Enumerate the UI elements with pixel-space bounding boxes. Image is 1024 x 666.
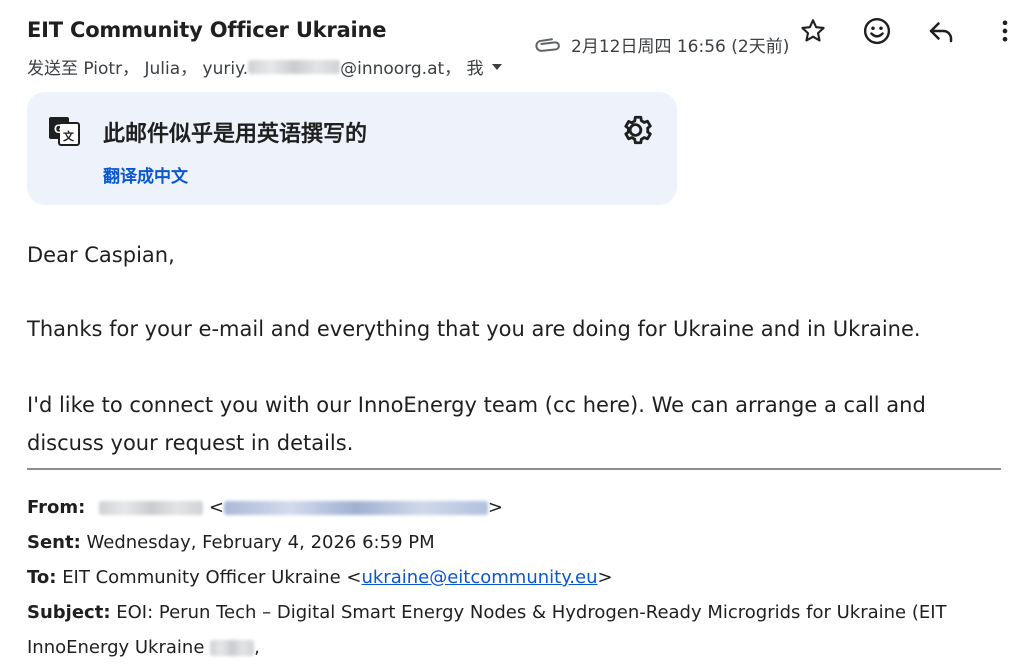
- from-open: <: [208, 497, 224, 518]
- svg-text:文: 文: [63, 129, 75, 143]
- forwarded-header: From: < > Sent: Wednesday, February 4, 20…: [27, 490, 1002, 665]
- gear-icon[interactable]: [621, 113, 655, 147]
- subject-end: ,: [254, 637, 260, 658]
- emoji-icon[interactable]: [862, 16, 892, 46]
- to-email-link[interactable]: ukraine@eitcommunity.eu: [361, 567, 597, 588]
- recipients-line[interactable]: 发送至 Piotr， Julia， yuriy. @innoorg.at， 我: [27, 54, 502, 79]
- greeting: Dear Caspian,: [27, 243, 175, 267]
- translate-prompt: 此邮件似乎是用英语撰写的: [103, 122, 368, 147]
- reply-icon[interactable]: [926, 16, 956, 46]
- translate-icon: G 文: [49, 117, 80, 146]
- subject-value: EOI: Perun Tech – Digital Smart Energy N…: [27, 602, 947, 658]
- body-paragraph-1: Thanks for your e-mail and everything th…: [27, 317, 921, 341]
- star-icon[interactable]: [798, 16, 828, 46]
- message-date: 2月12日周四 16:56 (2天前): [571, 37, 790, 57]
- from-label: From:: [27, 497, 86, 518]
- from-row: From: < >: [27, 490, 1002, 525]
- redacted-name: [99, 501, 204, 515]
- to-row: To: EIT Community Officer Ukraine <ukrai…: [27, 560, 1002, 595]
- svg-text:G: G: [54, 122, 63, 136]
- sender-name[interactable]: EIT Community Officer Ukraine: [27, 18, 387, 42]
- attachment-icon: [535, 37, 560, 52]
- message-meta: 2月12日周四 16:56 (2天前): [535, 32, 789, 57]
- redacted-email: [248, 59, 341, 74]
- from-close: >: [487, 497, 503, 518]
- body-paragraph-2: I'd like to connect you with our InnoEne…: [27, 393, 926, 455]
- sent-label: Sent:: [27, 532, 81, 553]
- divider: [27, 468, 1001, 470]
- to-label: To:: [27, 567, 57, 588]
- sent-row: Sent: Wednesday, February 4, 2026 6:59 P…: [27, 525, 1002, 560]
- more-vert-icon[interactable]: [990, 16, 1020, 46]
- redacted-email[interactable]: [223, 501, 488, 515]
- redacted-text: [210, 640, 255, 656]
- recipients-prefix: 发送至 Piotr， Julia， yuriy.: [27, 59, 249, 79]
- sent-value: Wednesday, February 4, 2026 6:59 PM: [86, 532, 435, 553]
- chevron-down-icon[interactable]: [491, 63, 502, 70]
- recipients-suffix: @innoorg.at， 我: [340, 59, 484, 79]
- subject-label: Subject:: [27, 602, 111, 623]
- translate-link[interactable]: 翻译成中文: [103, 162, 188, 187]
- subject-row: Subject: EOI: Perun Tech – Digital Smart…: [27, 595, 1002, 665]
- to-name: EIT Community Officer Ukraine <: [62, 567, 362, 588]
- to-close: >: [597, 567, 613, 588]
- translate-banner: G 文 此邮件似乎是用英语撰写的 翻译成中文: [27, 92, 677, 205]
